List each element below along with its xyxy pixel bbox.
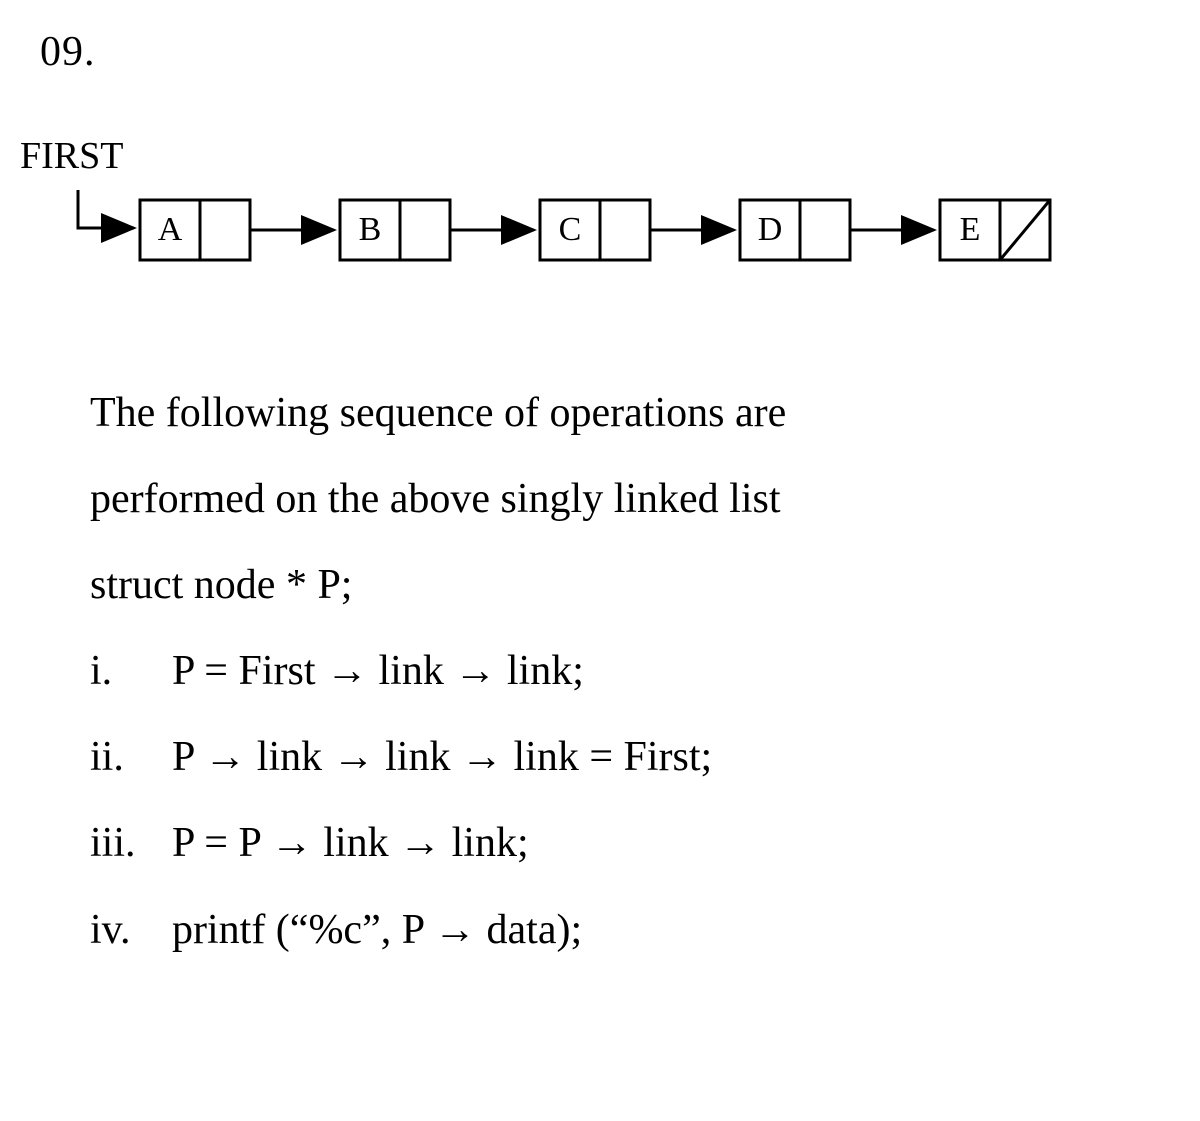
- step-label: iv.: [90, 887, 150, 973]
- node-c: C: [540, 200, 650, 260]
- step-label: i.: [90, 628, 150, 714]
- diagram-svg: A B C D: [40, 180, 1160, 300]
- null-slash: [1000, 200, 1050, 260]
- question-number: 09.: [40, 28, 1160, 76]
- node-b: B: [340, 200, 450, 260]
- node-d-label: D: [758, 211, 783, 248]
- step-text: P = P → link → link;: [172, 800, 529, 886]
- node-a-label: A: [158, 211, 183, 248]
- node-d: D: [740, 200, 850, 260]
- step-iii: iii. P = P → link → link;: [90, 800, 1160, 886]
- step-label: iii.: [90, 800, 150, 886]
- first-pointer-arrow: [78, 190, 134, 228]
- node-a: A: [140, 200, 250, 260]
- first-label: FIRST: [20, 134, 1160, 178]
- declaration-line: struct node * P;: [90, 542, 1150, 628]
- step-text: printf (“%c”, P → data);: [172, 887, 582, 973]
- step-text: P = First → link → link;: [172, 628, 584, 714]
- node-e: E: [940, 200, 1050, 260]
- node-c-label: C: [559, 211, 582, 248]
- step-label: ii.: [90, 714, 150, 800]
- node-b-label: B: [359, 211, 382, 248]
- node-e-label: E: [960, 211, 981, 248]
- step-text: P → link → link → link = First;: [172, 714, 712, 800]
- linked-list-diagram: A B C D: [40, 180, 1160, 300]
- question-text: The following sequence of operations are…: [90, 370, 1150, 628]
- page: 09. FIRST A B: [0, 0, 1200, 1121]
- paragraph-line-1: The following sequence of operations are: [90, 370, 1150, 456]
- step-iv: iv. printf (“%c”, P → data);: [90, 887, 1160, 973]
- step-i: i. P = First → link → link;: [90, 628, 1160, 714]
- paragraph-line-2: performed on the above singly linked lis…: [90, 456, 1150, 542]
- steps-list: i. P = First → link → link; ii. P → link…: [90, 628, 1160, 972]
- step-ii: ii. P → link → link → link = First;: [90, 714, 1160, 800]
